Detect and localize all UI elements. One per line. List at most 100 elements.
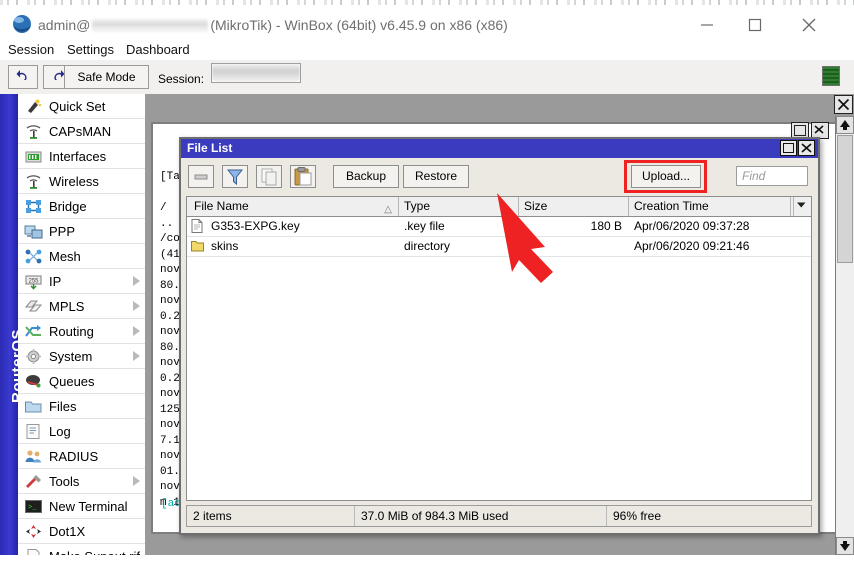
chevron-down-icon[interactable] <box>790 197 811 216</box>
routeros-brand-strip: RouterOS WinBox <box>0 94 43 555</box>
sidebar-item-label: Mesh <box>49 248 81 264</box>
file-table-header: File Name △ Type Size Creation Time <box>187 197 811 217</box>
remove-file-button[interactable] <box>188 165 214 188</box>
quick-set-icon <box>24 98 43 115</box>
sidebar: RouterOS WinBox Quick Set CAPsMAN Interfac… <box>0 94 146 555</box>
menu-dashboard[interactable]: Dashboard <box>126 40 190 60</box>
sidebar-item-files[interactable]: Files <box>18 394 145 419</box>
sidebar-item-label: Quick Set <box>49 98 106 114</box>
cell-type: directory <box>404 239 451 253</box>
find-input[interactable]: Find <box>736 166 808 186</box>
file-row[interactable]: skins directory Apr/06/2020 09:21:46 <box>187 237 811 257</box>
sidebar-item-queues[interactable]: Queues <box>18 369 145 394</box>
queues-icon <box>24 373 43 390</box>
mdi-desktop-area: Terminal <1> [Ta / .. /co (41 nov 80. no… <box>146 94 854 555</box>
submenu-arrow-icon <box>133 351 140 361</box>
desktop-close-button[interactable] <box>834 95 853 114</box>
window-title-suffix: (MikroTik) - WinBox (64bit) v6.45.9 on x… <box>210 17 508 33</box>
sidebar-item-ppp[interactable]: PPP <box>18 219 145 244</box>
column-header-type[interactable]: Type <box>399 197 519 216</box>
filter-funnel-icon <box>226 169 244 186</box>
copy-icon <box>261 168 277 186</box>
sidebar-item-capsman[interactable]: CAPsMAN <box>18 119 145 144</box>
winbox-application-window: admin@ (MikroTik) - WinBox (64bit) v6.45.… <box>0 0 854 555</box>
interfaces-icon <box>24 148 43 165</box>
sidebar-item-quick-set[interactable]: Quick Set <box>18 94 145 119</box>
file-row[interactable]: G353-EXPG.key .key file 180 B Apr/06/2020 0… <box>187 217 811 237</box>
mesh-icon <box>25 249 42 263</box>
status-segment: 2 items <box>187 506 355 526</box>
paste-button[interactable] <box>290 165 316 188</box>
column-header-file-name[interactable]: File Name △ <box>189 197 399 216</box>
filter-button[interactable] <box>222 165 248 188</box>
cell-name: skins <box>211 239 239 253</box>
dot1x-icon <box>24 523 43 540</box>
scroll-down-button[interactable] <box>836 537 854 555</box>
column-header-label: Type <box>404 199 431 213</box>
session-value-field[interactable] <box>211 63 301 83</box>
scrollbar-thumb[interactable] <box>837 135 853 263</box>
sidebar-item-dot1x[interactable]: Dot1X <box>18 519 145 544</box>
capsman-icon <box>26 124 41 139</box>
cell-name: G353-EXPG.key <box>211 219 300 233</box>
file-list-maximize-button[interactable] <box>780 140 797 156</box>
file-list-dialog[interactable]: File List Backup Restore Upload... Find … <box>179 137 820 535</box>
sidebar-item-bridge[interactable]: Bridge <box>18 194 145 219</box>
sidebar-item-interfaces[interactable]: Interfaces <box>18 144 145 169</box>
cell-size: 180 B <box>590 219 622 233</box>
cell-created: Apr/06/2020 09:21:46 <box>634 239 750 253</box>
terminal-prompt-text: [ad <box>161 498 181 510</box>
sidebar-item-mpls[interactable]: MPLS <box>18 294 145 319</box>
dot1x-icon <box>26 524 41 538</box>
sidebar-item-log[interactable]: Log <box>18 419 145 444</box>
bridge-icon <box>24 198 43 215</box>
radius-users-icon <box>24 448 43 465</box>
sidebar-item-mesh[interactable]: Mesh <box>18 244 145 269</box>
ppp-icon <box>24 223 43 240</box>
scroll-up-button[interactable] <box>836 116 854 134</box>
copy-button[interactable] <box>256 165 282 188</box>
radius-users-icon <box>25 449 42 462</box>
column-header-creation-time[interactable]: Creation Time <box>629 197 794 216</box>
sidebar-item-label: PPP <box>49 223 76 239</box>
sidebar-item-tools[interactable]: Tools <box>18 469 145 494</box>
capsman-icon <box>24 123 43 140</box>
sidebar-item-label: New Terminal <box>49 498 128 514</box>
terminal-icon: >_ <box>24 498 43 515</box>
sidebar-item-wireless[interactable]: Wireless <box>18 169 145 194</box>
wireless-icon <box>26 174 41 189</box>
terminal-icon: >_ <box>25 499 42 513</box>
files-folder-icon <box>24 398 43 415</box>
menu-session[interactable]: Session <box>8 40 54 60</box>
menu-settings[interactable]: Settings <box>67 40 114 60</box>
main-toolbar: Safe Mode Session: <box>0 60 854 95</box>
mesh-icon <box>24 248 43 265</box>
backup-button[interactable]: Backup <box>333 165 399 188</box>
maximize-button[interactable] <box>732 10 778 40</box>
files-folder-icon <box>25 401 42 412</box>
sidebar-item-system[interactable]: System <box>18 344 145 369</box>
desktop-scrollbar[interactable] <box>835 116 854 555</box>
safe-mode-button[interactable]: Safe Mode <box>64 65 149 89</box>
sidebar-item-make-supout-rif[interactable]: Make Supout.rif <box>18 544 145 555</box>
file-table: File Name △ Type Size Creation Time G353-EXP… <box>186 196 812 501</box>
sidebar-item-routing[interactable]: Routing <box>18 319 145 344</box>
mpls-icon <box>24 300 43 311</box>
ppp-icon <box>24 225 43 238</box>
sidebar-item-label: Tools <box>49 473 80 489</box>
sidebar-item-label: MPLS <box>49 298 85 314</box>
sidebar-item-new-terminal[interactable]: >_ New Terminal <box>18 494 145 519</box>
close-button[interactable] <box>786 10 832 40</box>
sidebar-item-label: Files <box>49 398 77 414</box>
svg-text:255: 255 <box>28 278 39 284</box>
cell-size <box>519 237 629 256</box>
queues-icon <box>26 374 41 387</box>
sidebar-item-label: Dot1X <box>49 523 86 539</box>
file-list-close-button[interactable] <box>798 140 815 156</box>
sidebar-item-radius[interactable]: RADIUS <box>18 444 145 469</box>
sidebar-item-ip[interactable]: 255 IP <box>18 269 145 294</box>
undo-button[interactable] <box>8 65 38 89</box>
restore-button[interactable]: Restore <box>403 165 469 188</box>
minimize-button[interactable] <box>684 10 730 40</box>
column-header-size[interactable]: Size <box>519 197 629 216</box>
